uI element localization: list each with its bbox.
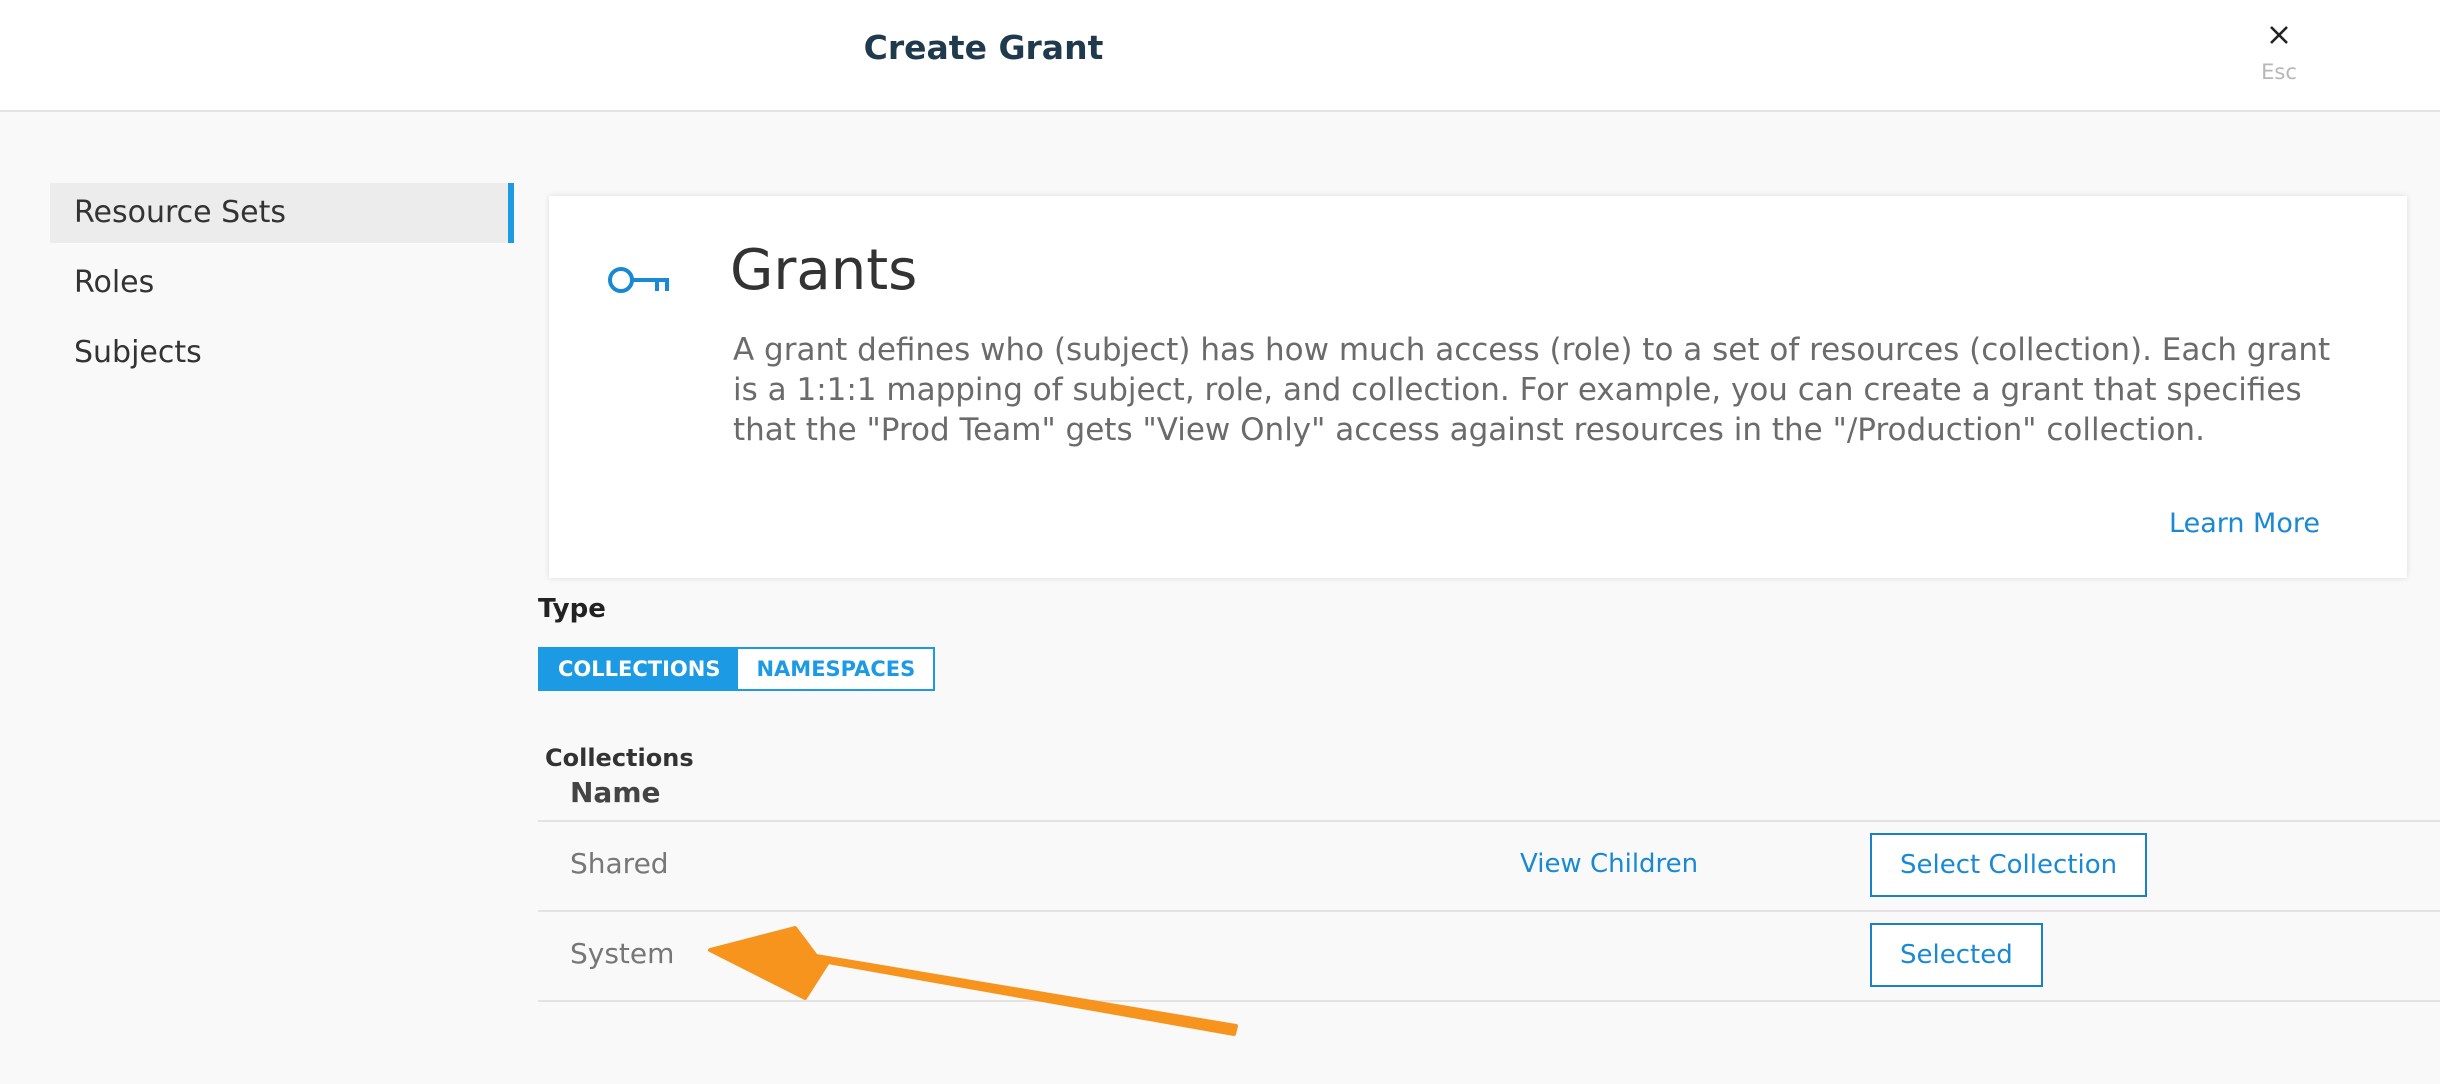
select-collection-button[interactable]: Select Collection (1870, 833, 2148, 897)
collections-toggle-button[interactable]: COLLECTIONS (540, 649, 739, 689)
key-icon (608, 267, 669, 293)
grants-info-card: Grants A grant defines who (subject) has… (549, 196, 2407, 578)
page-title: Create Grant (863, 28, 1104, 67)
sidebar: Resource Sets Roles Subjects (50, 183, 514, 393)
modal-header: Create Grant Esc (0, 0, 2440, 112)
collection-name: Shared (570, 847, 669, 880)
name-column-header: Name (570, 776, 661, 809)
close-button[interactable]: Esc (2256, 14, 2302, 84)
sidebar-item-roles[interactable]: Roles (50, 253, 514, 313)
type-toggle-group: COLLECTIONS NAMESPACES (538, 647, 936, 691)
close-hint-esc: Esc (2261, 60, 2297, 84)
namespaces-toggle-button[interactable]: NAMESPACES (738, 649, 934, 689)
learn-more-link[interactable]: Learn More (2169, 508, 2320, 539)
table-row: Shared View Children Select Collection (538, 822, 2440, 912)
collections-label: Collections (545, 744, 694, 772)
annotation-arrow (708, 926, 1238, 1036)
sidebar-item-resource-sets[interactable]: Resource Sets (50, 183, 514, 243)
collection-name: System (570, 937, 675, 970)
info-card-description: A grant defines who (subject) has how mu… (733, 332, 2331, 448)
sidebar-item-subjects[interactable]: Subjects (50, 323, 514, 383)
view-children-link[interactable]: View Children (1520, 849, 1698, 879)
selected-button[interactable]: Selected (1870, 923, 2043, 987)
info-card-title: Grants (730, 238, 918, 303)
close-icon[interactable] (2268, 24, 2290, 46)
type-label: Type (538, 594, 606, 624)
